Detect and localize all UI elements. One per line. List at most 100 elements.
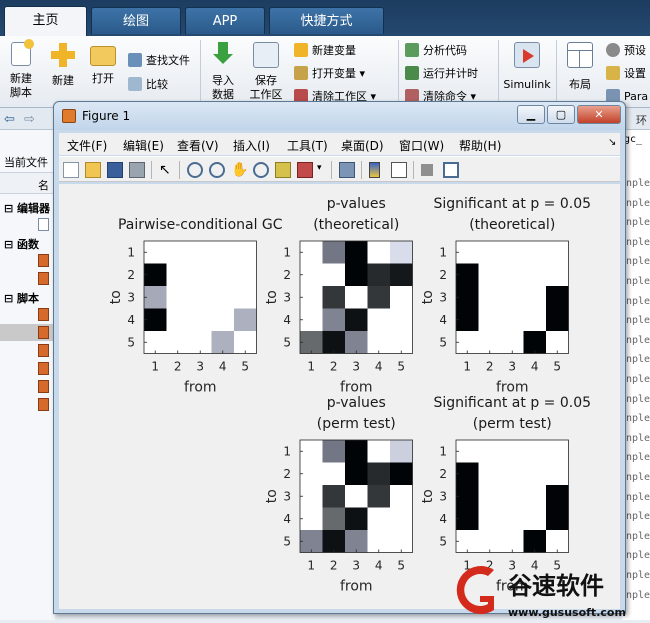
zoom-out-icon[interactable] bbox=[209, 162, 225, 178]
figure-canvas[interactable]: Pairwise-conditional GC 1 1 2 2 3 3 4 4 5 5 from to p… bbox=[59, 184, 620, 609]
subplot-grid[interactable]: Pairwise-conditional GC1122334455fromtop… bbox=[59, 184, 620, 609]
ribbon-separator bbox=[200, 40, 201, 104]
heatmap-cell bbox=[367, 308, 390, 331]
figure-window[interactable]: Figure 1 ▁ ▢ ✕ 文件(F) 编辑(E) 查看(V) 插入(I) 工… bbox=[53, 101, 626, 614]
menu-desktop[interactable]: 桌面(D) bbox=[341, 137, 384, 154]
file-icon[interactable] bbox=[38, 218, 49, 231]
save-workspace-button[interactable]: 保存 工作区 bbox=[246, 42, 286, 102]
tab-shortcuts[interactable]: 快捷方式 bbox=[269, 7, 384, 34]
zoom-in-icon[interactable] bbox=[187, 162, 203, 178]
import-data-button[interactable]: 导入 数据 bbox=[206, 42, 240, 102]
open-file-icon[interactable] bbox=[85, 162, 101, 178]
maximize-button[interactable]: ▢ bbox=[547, 105, 575, 124]
heatmap-cell bbox=[390, 485, 413, 508]
y-tick-label: 1 bbox=[283, 444, 291, 458]
tab-plots[interactable]: 绘图 bbox=[91, 7, 181, 34]
show-plot-tools-icon[interactable] bbox=[443, 162, 459, 178]
open-variable-button[interactable]: 打开变量 ▾ bbox=[294, 65, 365, 83]
legend-icon[interactable] bbox=[391, 162, 407, 178]
menu-help[interactable]: 帮助(H) bbox=[459, 137, 501, 154]
subplot-title: (theoretical) bbox=[313, 217, 399, 233]
dock-arrow-icon[interactable]: ↘ bbox=[608, 137, 616, 148]
matlab-logo-icon bbox=[62, 109, 76, 123]
x-axis-label: from bbox=[496, 380, 529, 396]
close-button[interactable]: ✕ bbox=[577, 105, 621, 124]
brush-icon[interactable] bbox=[297, 162, 313, 178]
script-file-icon[interactable] bbox=[38, 344, 49, 357]
new-figure-icon[interactable] bbox=[63, 162, 79, 178]
find-files-button[interactable]: 查找文件 bbox=[128, 52, 190, 70]
function-file-icon[interactable] bbox=[38, 272, 49, 285]
hide-plot-tools-icon[interactable] bbox=[421, 164, 433, 176]
heatmap-cell bbox=[546, 286, 569, 309]
layout-button[interactable]: 布局 bbox=[562, 42, 598, 92]
script-file-icon[interactable] bbox=[38, 362, 49, 375]
new-variable-icon bbox=[294, 43, 308, 57]
heatmap-cell bbox=[478, 263, 501, 286]
minimize-icon: ▁ bbox=[526, 108, 536, 121]
preferences-button[interactable]: 预设 bbox=[606, 42, 646, 60]
x-tick-label: 5 bbox=[397, 360, 405, 374]
x-tick-label: 1 bbox=[151, 360, 159, 374]
back-arrow-icon[interactable]: ⇦ bbox=[4, 112, 15, 127]
subplot-title: p-values bbox=[327, 395, 386, 411]
tree-group-scripts[interactable]: ⊟ 脚本 bbox=[4, 290, 39, 306]
tab-home[interactable]: 主页 bbox=[4, 6, 87, 36]
heatmap-cell bbox=[144, 308, 167, 331]
menu-tools[interactable]: 工具(T) bbox=[287, 137, 328, 154]
heatmap-cell bbox=[300, 485, 323, 508]
menu-view[interactable]: 查看(V) bbox=[177, 137, 219, 154]
link-plot-icon[interactable] bbox=[339, 162, 355, 178]
menu-file[interactable]: 文件(F) bbox=[67, 137, 107, 154]
minimize-button[interactable]: ▁ bbox=[517, 105, 545, 124]
print-icon[interactable] bbox=[129, 162, 145, 178]
heatmap-cell bbox=[322, 530, 345, 553]
tree-group-functions[interactable]: ⊟ 函数 bbox=[4, 236, 39, 252]
script-file-icon[interactable] bbox=[38, 308, 49, 321]
analyze-code-button[interactable]: 分析代码 bbox=[405, 42, 467, 60]
function-file-icon[interactable] bbox=[38, 254, 49, 267]
script-file-icon[interactable] bbox=[38, 326, 49, 339]
heatmap-cell bbox=[501, 331, 524, 354]
rotate-3d-icon[interactable] bbox=[253, 162, 269, 178]
menu-insert[interactable]: 插入(I) bbox=[233, 137, 270, 154]
colorbar-icon[interactable] bbox=[369, 162, 380, 178]
data-cursor-icon[interactable] bbox=[275, 162, 291, 178]
import-icon bbox=[210, 42, 236, 68]
command-output-line: nple bbox=[626, 432, 650, 444]
menu-window[interactable]: 窗口(W) bbox=[399, 137, 444, 154]
new-script-button[interactable]: 新建 脚本 bbox=[4, 39, 38, 100]
heatmap-cell bbox=[211, 263, 234, 286]
pan-hand-icon[interactable]: ✋ bbox=[231, 162, 248, 178]
script-file-icon[interactable] bbox=[38, 398, 49, 411]
y-tick-label: 5 bbox=[283, 534, 291, 548]
open-button[interactable]: 打开 bbox=[86, 42, 120, 86]
toolbar-separator bbox=[361, 161, 362, 179]
figure-title-bar[interactable]: Figure 1 ▁ ▢ ✕ bbox=[54, 102, 625, 130]
heatmap-cell bbox=[322, 485, 345, 508]
save-icon[interactable] bbox=[107, 162, 123, 178]
tree-group-editor[interactable]: ⊟ 编辑器 bbox=[4, 200, 50, 216]
x-tick-label: 2 bbox=[486, 360, 494, 374]
name-column-header[interactable]: 名 bbox=[38, 177, 49, 193]
run-timed-button[interactable]: 运行并计时 bbox=[405, 65, 478, 83]
heatmap-cell bbox=[367, 462, 390, 485]
pointer-icon[interactable]: ↖ bbox=[159, 162, 175, 178]
heatmap-cell bbox=[144, 241, 167, 264]
script-file-icon[interactable] bbox=[38, 380, 49, 393]
new-button[interactable]: 新建 bbox=[46, 42, 80, 88]
new-variable-button[interactable]: 新建变量 bbox=[294, 42, 356, 60]
menu-edit[interactable]: 编辑(E) bbox=[123, 137, 164, 154]
set-path-button[interactable]: 设置 bbox=[606, 65, 646, 83]
heatmap-cell bbox=[501, 530, 524, 553]
tab-apps[interactable]: APP bbox=[185, 7, 265, 34]
forward-arrow-icon[interactable]: ⇨ bbox=[24, 112, 35, 127]
new-script-label: 新建 脚本 bbox=[10, 72, 32, 99]
brush-dropdown-icon[interactable]: ▾ bbox=[317, 163, 322, 173]
heatmap-cell bbox=[390, 308, 413, 331]
compare-button[interactable]: 比较 bbox=[128, 76, 168, 94]
heatmap-cell bbox=[345, 440, 368, 463]
current-folder-panel: ⇦ ⇨ 当前文件 名 ⊟ 编辑器 ⊟ 函数 ⊟ 脚本 bbox=[0, 108, 55, 620]
simulink-button[interactable]: Simulink bbox=[503, 42, 551, 92]
tree-group-scripts-label: 脚本 bbox=[17, 292, 40, 305]
